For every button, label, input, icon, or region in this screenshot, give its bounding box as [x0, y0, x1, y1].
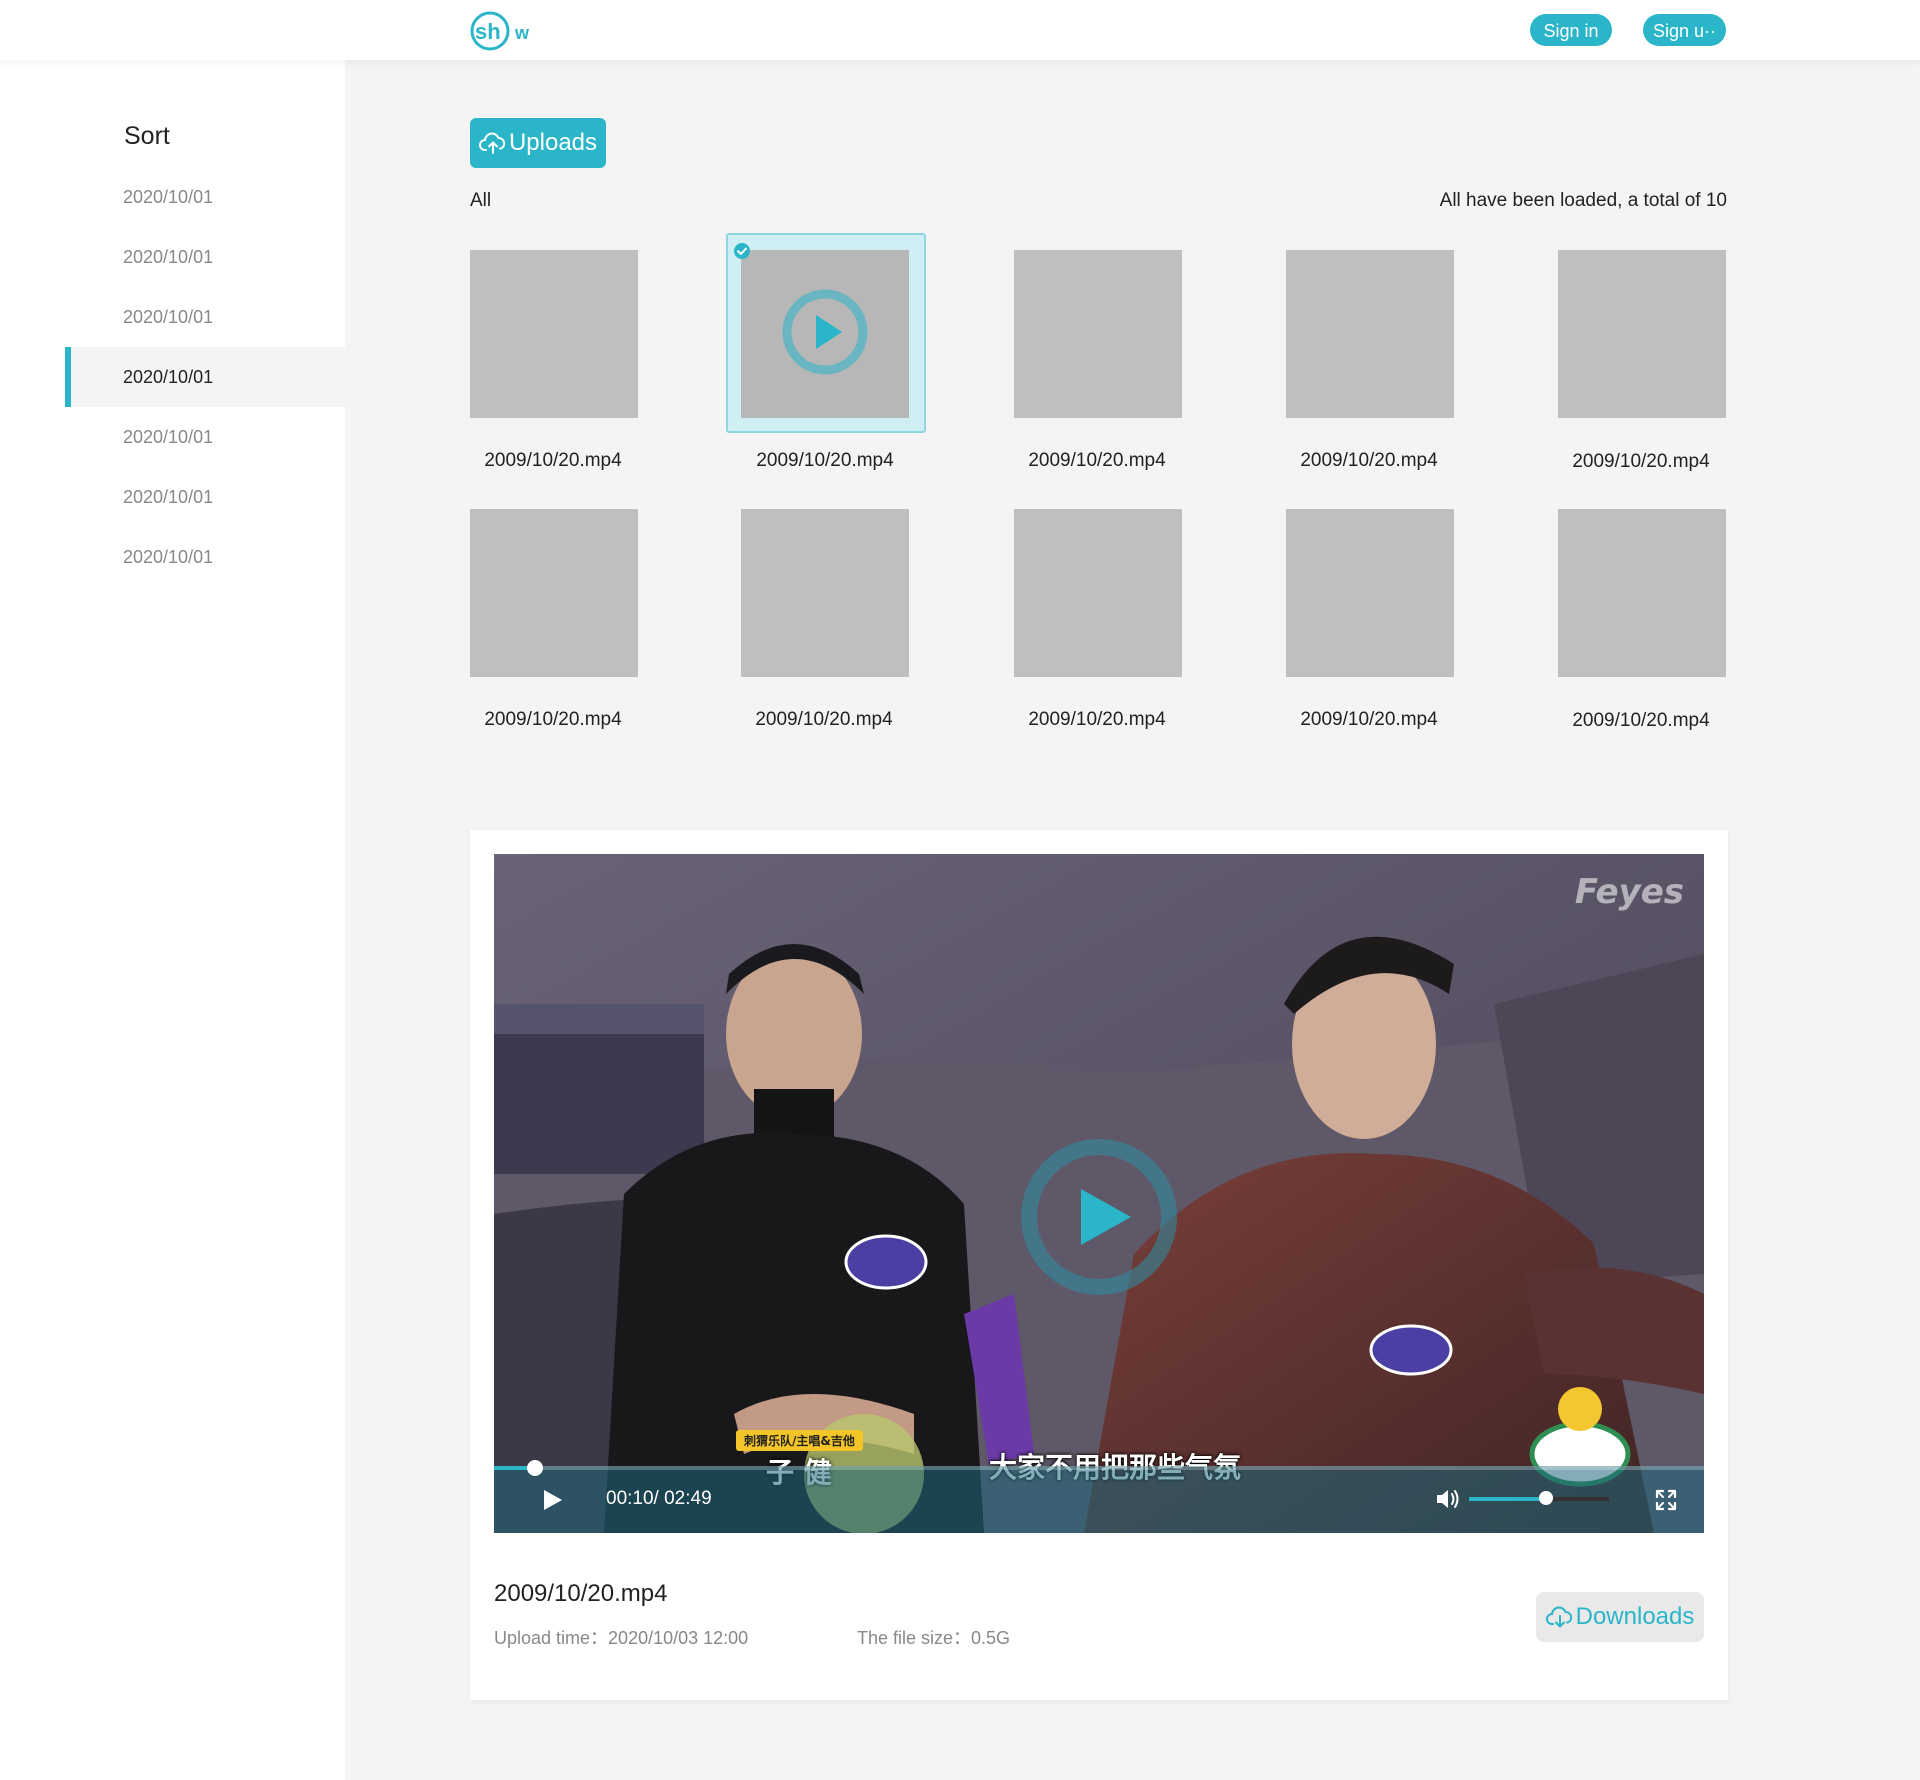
play-icon[interactable] — [540, 1488, 564, 1512]
video-thumbnail[interactable] — [1558, 250, 1726, 418]
caption-role-text: 刺猬乐队/主唱&吉他 — [736, 1430, 863, 1451]
sidebar-item-date[interactable]: 2020/10/01 — [65, 407, 345, 467]
sidebar-item-date[interactable]: 2020/10/01 — [65, 167, 345, 227]
fullscreen-icon[interactable] — [1654, 1488, 1678, 1512]
cloud-download-icon — [1545, 1606, 1572, 1628]
uploads-label: Uploads — [508, 129, 598, 156]
play-circle-icon[interactable] — [780, 287, 870, 377]
upload-time-text: Upload time：2020/10/03 12:00 — [494, 1628, 749, 1648]
play-circle-icon[interactable] — [1019, 1137, 1179, 1297]
video-thumbnail[interactable] — [1014, 250, 1182, 418]
svg-text:sh: sh — [475, 19, 501, 44]
downloads-label: Downloads — [1575, 1603, 1695, 1630]
video-thumbnail[interactable] — [470, 509, 638, 677]
sidebar-item-date[interactable]: 2020/10/01 — [65, 467, 345, 527]
file-name: 2009/10/20.mp4 — [484, 709, 622, 730]
sidebar-item-date-active[interactable]: 2020/10/01 — [65, 347, 345, 407]
sidebar-item-date[interactable]: 2020/10/01 — [65, 527, 345, 587]
video-thumbnail[interactable] — [1286, 509, 1454, 677]
volume-fill — [1469, 1497, 1546, 1501]
sign-up-button[interactable]: Sign u·· — [1643, 14, 1726, 46]
downloads-button[interactable]: Downloads — [1536, 1592, 1704, 1642]
sidebar: Sort 2020/10/01 2020/10/01 2020/10/01 20… — [0, 60, 345, 1780]
file-name: 2009/10/20.mp4 — [755, 709, 893, 730]
progress-bar[interactable] — [494, 1460, 1704, 1476]
file-name: 2009/10/20.mp4 — [484, 450, 622, 471]
file-name: 2009/10/20.mp4 — [1028, 709, 1166, 730]
watermark-text: Feyes — [1574, 872, 1684, 912]
video-thumbnail[interactable] — [1014, 509, 1182, 677]
video-thumbnail[interactable] — [470, 250, 638, 418]
sidebar-item-date[interactable]: 2020/10/01 — [65, 287, 345, 347]
uploads-button[interactable]: Uploads — [470, 118, 606, 168]
sign-in-button[interactable]: Sign in — [1530, 14, 1612, 46]
file-name: 2009/10/20.mp4 — [1572, 451, 1710, 472]
sidebar-item-date[interactable]: 2020/10/01 — [65, 227, 345, 287]
load-status-text: All have been loaded, a total of 10 — [1439, 190, 1727, 211]
file-name: 2009/10/20.mp4 — [1572, 710, 1710, 731]
video-thumbnail[interactable] — [1286, 250, 1454, 418]
time-display: 00:10/ 02:49 — [606, 1488, 712, 1509]
sidebar-title: Sort — [124, 122, 170, 150]
svg-text:w: w — [514, 23, 530, 43]
video-thumbnail[interactable] — [1558, 509, 1726, 677]
file-name: 2009/10/20.mp4 — [756, 450, 894, 471]
file-name: 2009/10/20.mp4 — [1028, 450, 1166, 471]
volume-knob[interactable] — [1539, 1491, 1553, 1505]
check-circle-icon — [734, 243, 750, 259]
video-thumbnail[interactable] — [741, 509, 909, 677]
video-player[interactable]: Feyes 刺猬乐队/主唱&吉他 子 健 大家不用把那些气氛 00:10/ 02… — [494, 854, 1704, 1533]
cloud-upload-icon — [479, 132, 506, 154]
file-name: 2009/10/20.mp4 — [1300, 709, 1438, 730]
file-name: 2009/10/20.mp4 — [1300, 450, 1438, 471]
progress-knob[interactable] — [527, 1460, 544, 1476]
video-controls: 00:10/ 02:49 — [494, 1460, 1704, 1533]
filter-all-tab[interactable]: All — [470, 190, 491, 212]
volume-slider[interactable] — [1469, 1491, 1609, 1505]
volume-icon[interactable] — [1434, 1486, 1462, 1512]
logo-icon[interactable]: sh w — [470, 8, 540, 54]
top-header: sh w Sign in Sign u·· — [0, 0, 1920, 60]
file-size-text: The file size：0.5G — [857, 1628, 1011, 1648]
video-file-name: 2009/10/20.mp4 — [494, 1580, 668, 1607]
